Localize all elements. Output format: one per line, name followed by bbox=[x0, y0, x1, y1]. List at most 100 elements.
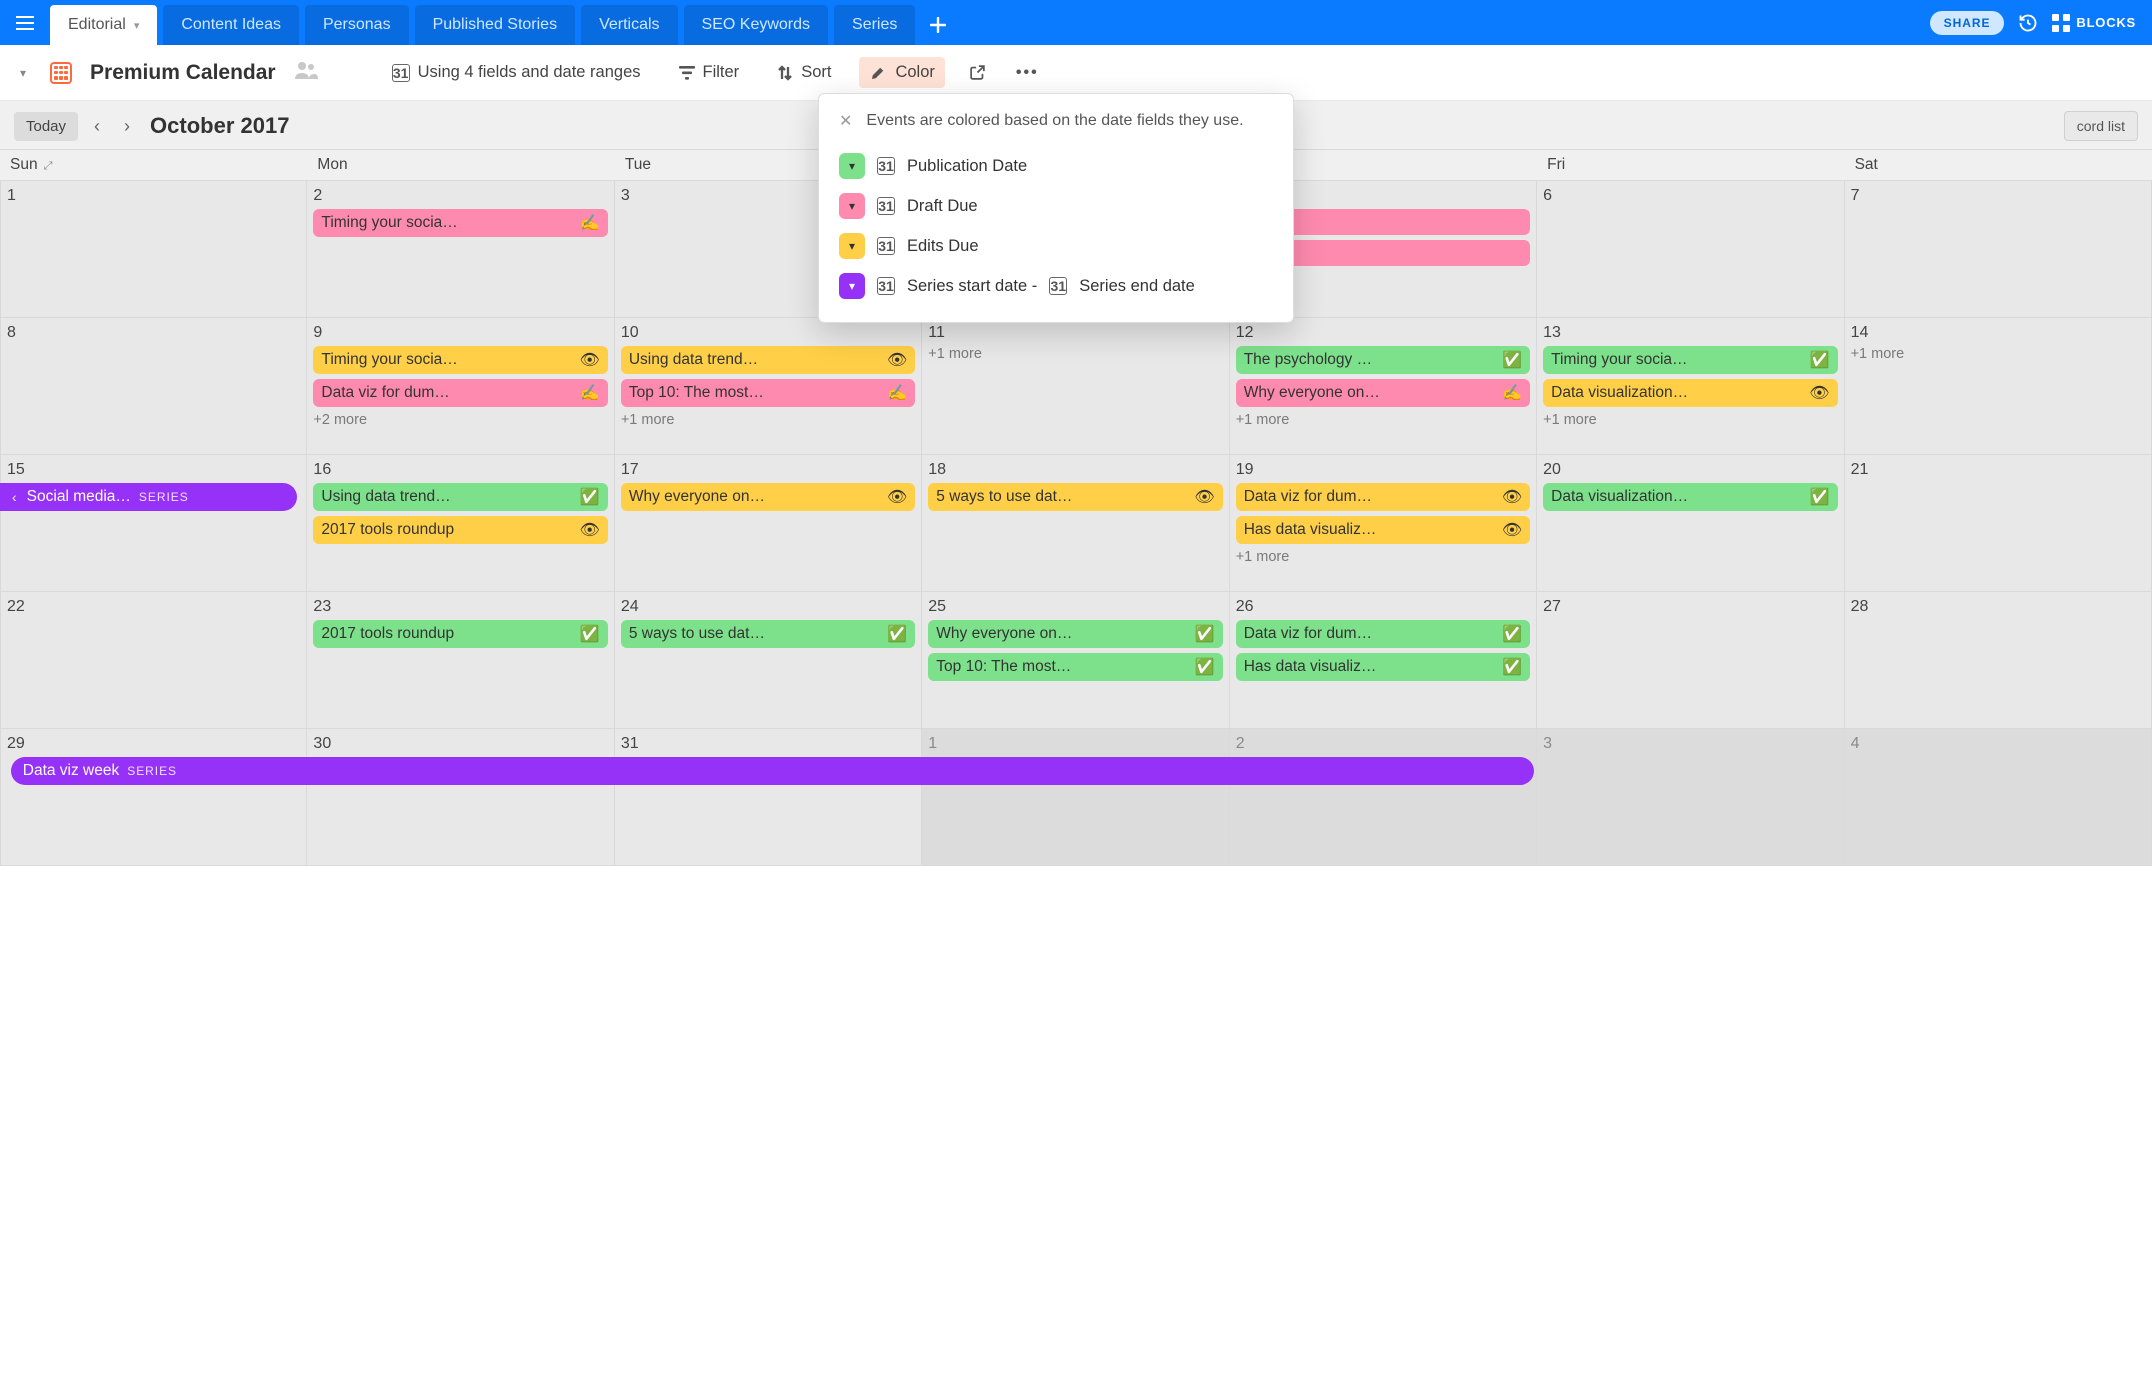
calendar-cell[interactable]: 25Why everyone on…✅Top 10: The most…✅ bbox=[922, 592, 1229, 729]
calendar-event[interactable]: Data viz for dum…👁 bbox=[1236, 483, 1530, 511]
series-event[interactable]: Data viz weekSERIES bbox=[11, 757, 1535, 785]
calendar-cell[interactable]: 9Timing your socia…👁Data viz for dum…✍️+… bbox=[307, 318, 614, 455]
calendar-cell[interactable]: 20Data visualization…✅ bbox=[1537, 455, 1844, 592]
calendar-cell[interactable]: 12The psychology …✅Why everyone on…✍️+1 … bbox=[1230, 318, 1537, 455]
calendar-event[interactable]: 5 ways to use dat…✅ bbox=[621, 620, 915, 648]
calendar-cell[interactable]: 185 ways to use dat…👁 bbox=[922, 455, 1229, 592]
calendar-event[interactable]: Data viz for dum…✅ bbox=[1236, 620, 1530, 648]
series-event[interactable]: ‹Social media…SERIES bbox=[0, 483, 297, 511]
calendar-cell[interactable]: 2 bbox=[1230, 729, 1537, 866]
calendar-cell[interactable]: 21 bbox=[1845, 455, 2152, 592]
calendar-cell[interactable]: 11+1 more bbox=[922, 318, 1229, 455]
calendar-cell[interactable]: 245 ways to use dat…✅ bbox=[615, 592, 922, 729]
filter-control[interactable]: Filter bbox=[669, 57, 750, 88]
calendar-event[interactable]: Data visualization…👁 bbox=[1543, 379, 1837, 407]
calendar-cell[interactable]: 29 bbox=[0, 729, 307, 866]
calendar-event[interactable]: 5 ways to use dat…👁 bbox=[928, 483, 1222, 511]
legend-row[interactable]: ▾31Publication Date bbox=[839, 146, 1273, 186]
calendar-cell[interactable]: 16Using data trend…✅2017 tools roundup👁 bbox=[307, 455, 614, 592]
calendar-event[interactable]: Data visualization…✅ bbox=[1543, 483, 1837, 511]
event-title: Why everyone on… bbox=[629, 488, 881, 506]
tab-editorial[interactable]: Editorial▾ bbox=[50, 5, 157, 45]
legend-row[interactable]: ▾31Edits Due bbox=[839, 226, 1273, 266]
close-icon[interactable]: ✕ bbox=[839, 114, 852, 130]
calendar-cell[interactable]: 19Data viz for dum…👁Has data visualiz…👁+… bbox=[1230, 455, 1537, 592]
more-events-link[interactable]: +1 more bbox=[928, 346, 1222, 362]
more-events-link[interactable]: +1 more bbox=[1543, 412, 1837, 428]
more-events-link[interactable]: +2 more bbox=[313, 412, 607, 428]
tab-personas[interactable]: Personas bbox=[305, 5, 409, 45]
today-button[interactable]: Today bbox=[14, 112, 78, 141]
tab-verticals[interactable]: Verticals bbox=[581, 5, 677, 45]
calendar-event[interactable]: Data viz for dum…✍️ bbox=[313, 379, 607, 407]
tab-seo-keywords[interactable]: SEO Keywords bbox=[684, 5, 828, 45]
record-list-button[interactable]: cord list bbox=[2064, 111, 2138, 141]
calendar-cell[interactable]: 22 bbox=[0, 592, 307, 729]
calendar-event[interactable]: Why everyone on…✍️ bbox=[1236, 379, 1530, 407]
calendar-event[interactable]: Has data visualiz…✅ bbox=[1236, 653, 1530, 681]
calendar-event[interactable]: Top 10: The most…✅ bbox=[928, 653, 1222, 681]
menu-icon[interactable] bbox=[6, 0, 44, 45]
next-month-icon[interactable]: › bbox=[116, 112, 138, 141]
calendar-cell[interactable]: 4 bbox=[1845, 729, 2152, 866]
calendar-cell[interactable]: 26Data viz for dum…✅Has data visualiz…✅ bbox=[1230, 592, 1537, 729]
color-control[interactable]: Color bbox=[859, 57, 944, 88]
calendar-cell[interactable]: 27 bbox=[1537, 592, 1844, 729]
event-title: Using data trend… bbox=[629, 351, 881, 369]
view-menu-caret[interactable]: ▾ bbox=[14, 60, 32, 86]
sort-control[interactable]: Sort bbox=[767, 57, 841, 88]
more-events-link[interactable]: +1 more bbox=[1236, 549, 1530, 565]
tab-series[interactable]: Series bbox=[834, 5, 915, 45]
share-button[interactable]: SHARE bbox=[1930, 11, 2005, 35]
more-events-link[interactable]: +1 more bbox=[621, 412, 915, 428]
calendar-cell[interactable]: 2Timing your socia…✍️ bbox=[307, 181, 614, 318]
calendar-cell[interactable]: 30 bbox=[307, 729, 614, 866]
calendar-event[interactable]: Top 10: The most…✍️ bbox=[621, 379, 915, 407]
calendar-cell[interactable]: 3 bbox=[1537, 729, 1844, 866]
day-number: 27 bbox=[1543, 598, 1837, 616]
fields-control[interactable]: 31 Using 4 fields and date ranges bbox=[382, 57, 651, 88]
collaborators-icon[interactable] bbox=[294, 61, 318, 85]
calendar-cell[interactable]: 17Why everyone on…👁 bbox=[615, 455, 922, 592]
calendar-cell[interactable]: 1 bbox=[0, 181, 307, 318]
calendar-cell[interactable]: 7 bbox=[1845, 181, 2152, 318]
blocks-button[interactable]: BLOCKS bbox=[2052, 14, 2136, 32]
open-external-icon[interactable] bbox=[963, 58, 992, 87]
tab-published-stories[interactable]: Published Stories bbox=[415, 5, 576, 45]
calendar-cell[interactable]: 1 bbox=[922, 729, 1229, 866]
calendar-event[interactable]: Using data trend…👁 bbox=[621, 346, 915, 374]
expand-icon[interactable]: ⤢ bbox=[44, 160, 53, 172]
calendar-event[interactable]: 2017 tools roundup👁 bbox=[313, 516, 607, 544]
calendar-event[interactable]: Has data visualiz…👁 bbox=[1236, 516, 1530, 544]
calendar-cell[interactable]: 8 bbox=[0, 318, 307, 455]
more-events-link[interactable]: +1 more bbox=[1851, 346, 2145, 362]
calendar-cell[interactable]: 232017 tools roundup✅ bbox=[307, 592, 614, 729]
tab-content-ideas[interactable]: Content Ideas bbox=[163, 5, 299, 45]
calendar-event[interactable]: Why everyone on…👁 bbox=[621, 483, 915, 511]
event-title: Timing your socia… bbox=[1551, 351, 1804, 369]
calendar-event[interactable]: The psychology …✅ bbox=[1236, 346, 1530, 374]
prev-month-icon[interactable]: ‹ bbox=[86, 112, 108, 141]
add-tab-button[interactable] bbox=[921, 5, 955, 45]
event-title: Why everyone on… bbox=[936, 625, 1189, 643]
event-status-icon: 👁 bbox=[1502, 487, 1522, 507]
calendar-cell[interactable]: 13Timing your socia…✅Data visualization…… bbox=[1537, 318, 1844, 455]
calendar-event[interactable]: 2017 tools roundup✅ bbox=[313, 620, 607, 648]
calendar-event[interactable]: Why everyone on…✅ bbox=[928, 620, 1222, 648]
legend-row[interactable]: ▾31Draft Due bbox=[839, 186, 1273, 226]
calendar-event[interactable]: Timing your socia…✅ bbox=[1543, 346, 1837, 374]
calendar-event[interactable]: Timing your socia…✍️ bbox=[313, 209, 607, 237]
calendar-cell[interactable]: 28 bbox=[1845, 592, 2152, 729]
calendar-event[interactable]: Timing your socia…👁 bbox=[313, 346, 607, 374]
calendar-event[interactable]: Using data trend…✅ bbox=[313, 483, 607, 511]
history-icon[interactable] bbox=[2018, 13, 2038, 33]
calendar-cell[interactable]: 14+1 more bbox=[1845, 318, 2152, 455]
legend-row[interactable]: ▾31Series start date - 31Series end date bbox=[839, 266, 1273, 306]
more-events-link[interactable]: +1 more bbox=[1236, 412, 1530, 428]
calendar-cell[interactable]: 15 bbox=[0, 455, 307, 592]
calendar-cell[interactable]: 6 bbox=[1537, 181, 1844, 318]
more-options-icon[interactable]: ••• bbox=[1010, 58, 1045, 88]
event-status-icon: 👁 bbox=[1809, 383, 1829, 403]
calendar-cell[interactable]: 10Using data trend…👁Top 10: The most…✍️+… bbox=[615, 318, 922, 455]
calendar-cell[interactable]: 31 bbox=[615, 729, 922, 866]
